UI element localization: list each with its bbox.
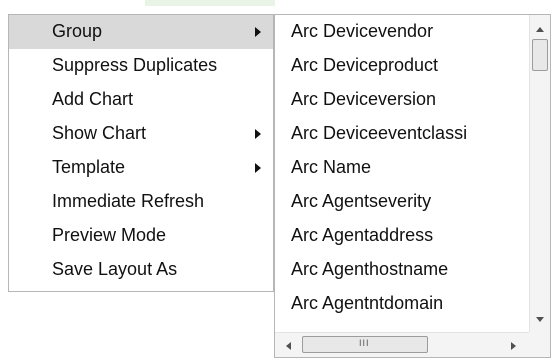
submenu-item-arc-agentntdomain[interactable]: Arc Agentntdomain (275, 287, 529, 321)
horizontal-scrollbar[interactable]: III (275, 332, 529, 357)
menu-item-immediate-refresh[interactable]: Immediate Refresh (9, 185, 273, 219)
menu-item-label: Save Layout As (52, 259, 178, 279)
submenu-item-arc-agenthostname[interactable]: Arc Agenthostname (275, 253, 529, 287)
menu-item-label: Show Chart (52, 123, 147, 143)
submenu-item-label: Arc Name (291, 157, 372, 177)
menu-item-group[interactable]: Group (9, 15, 273, 49)
submenu-item-label: Arc Devicevendor (291, 21, 434, 41)
menu-item-preview-mode[interactable]: Preview Mode (9, 219, 273, 253)
group-submenu: Arc Devicevendor Arc Deviceproduct Arc D… (274, 14, 551, 358)
menu-item-label: Template (52, 157, 126, 177)
submenu-arrow-icon (255, 163, 261, 173)
submenu-item-label: Arc Deviceversion (291, 89, 437, 109)
submenu-item-label: Arc Deviceeventclassi (291, 123, 468, 143)
submenu-item-label: Arc Deviceproduct (291, 55, 439, 75)
scroll-down-arrow-icon[interactable] (536, 317, 544, 322)
scroll-grip-icon: III (359, 338, 370, 348)
submenu-item-arc-deviceproduct[interactable]: Arc Deviceproduct (275, 49, 529, 83)
scroll-up-arrow-icon[interactable] (536, 27, 544, 32)
submenu-item-arc-name[interactable]: Arc Name (275, 151, 529, 185)
menu-item-show-chart[interactable]: Show Chart (9, 117, 273, 151)
scroll-right-arrow-icon[interactable] (511, 342, 516, 350)
submenu-item-arc-agentseverity[interactable]: Arc Agentseverity (275, 185, 529, 219)
menu-item-add-chart[interactable]: Add Chart (9, 83, 273, 117)
scroll-left-arrow-icon[interactable] (286, 342, 291, 350)
background-header-strip (0, 0, 551, 14)
submenu-item-label: Arc Agenthostname (291, 259, 449, 279)
background-tint (145, 0, 275, 6)
submenu-item-label: Arc Agentntdomain (291, 293, 444, 313)
menu-item-template[interactable]: Template (9, 151, 273, 185)
menu-item-label: Preview Mode (52, 225, 167, 245)
submenu-item-arc-deviceeventclass[interactable]: Arc Deviceeventclassi (275, 117, 529, 151)
vertical-scrollbar[interactable] (529, 15, 550, 332)
menu-item-label: Group (52, 21, 103, 41)
submenu-item-arc-agentaddress[interactable]: Arc Agentaddress (275, 219, 529, 253)
horizontal-scroll-thumb[interactable]: III (302, 336, 428, 353)
submenu-item-arc-deviceversion[interactable]: Arc Deviceversion (275, 83, 529, 117)
context-menu: Group Suppress Duplicates Add Chart Show… (8, 14, 274, 292)
menu-item-suppress-duplicates[interactable]: Suppress Duplicates (9, 49, 273, 83)
menu-item-label: Immediate Refresh (52, 191, 205, 211)
scrollbar-corner (529, 332, 550, 357)
submenu-item-label: Arc Agentseverity (291, 191, 432, 211)
menu-item-save-layout-as[interactable]: Save Layout As (9, 253, 273, 287)
menu-item-label: Add Chart (52, 89, 134, 109)
submenu-item-arc-devicevendor[interactable]: Arc Devicevendor (275, 15, 529, 49)
submenu-list: Arc Devicevendor Arc Deviceproduct Arc D… (275, 15, 529, 332)
submenu-arrow-icon (255, 27, 261, 37)
vertical-scroll-thumb[interactable] (532, 39, 548, 71)
submenu-arrow-icon (255, 129, 261, 139)
menu-item-label: Suppress Duplicates (52, 55, 218, 75)
submenu-item-label: Arc Agentaddress (291, 225, 434, 245)
